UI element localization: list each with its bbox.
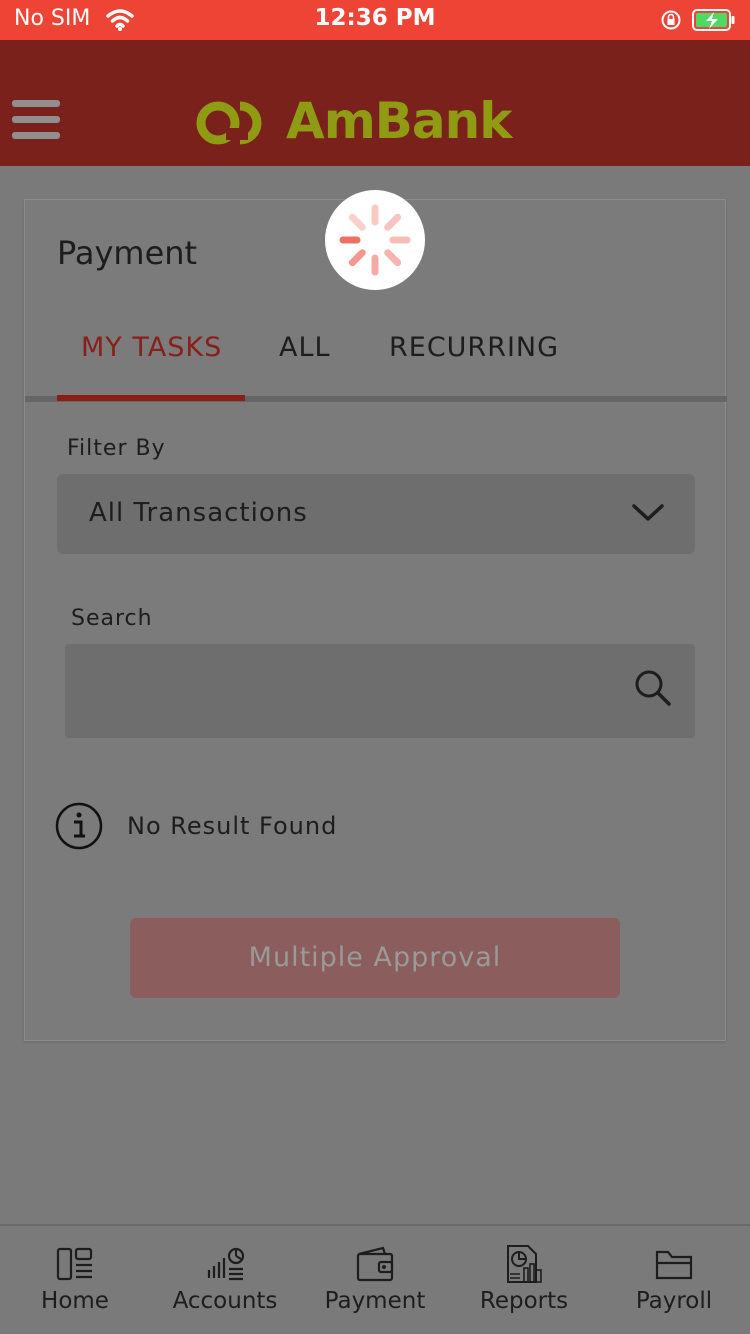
- filter-select-value: All Transactions: [89, 498, 308, 528]
- nav-label-reports: Reports: [479, 1288, 569, 1314]
- nav-label-payroll: Payroll: [635, 1288, 713, 1314]
- spinner-icon: [339, 204, 411, 276]
- logo-mark-icon: [196, 101, 262, 145]
- search-icon[interactable]: [633, 668, 673, 708]
- nav-payroll[interactable]: Payroll: [599, 1226, 749, 1334]
- tab-recurring[interactable]: RECURRING: [389, 332, 559, 363]
- rotation-lock-icon: [661, 10, 681, 30]
- payment-card: Payment MY TASKS ALL RECURRING Filter By…: [24, 199, 727, 1041]
- battery-icon: [692, 9, 735, 31]
- bottom-nav: Home Accounts Payment Reports Payroll: [0, 1224, 750, 1334]
- info-icon: [55, 802, 103, 850]
- multiple-approval-button[interactable]: Multiple Approval: [130, 918, 620, 998]
- nav-accounts[interactable]: Accounts: [150, 1226, 300, 1334]
- nav-label-accounts: Accounts: [172, 1288, 278, 1314]
- nav-label-payment: Payment: [324, 1288, 426, 1314]
- status-bar: No SIM 12:36 PM: [0, 0, 750, 40]
- nav-payment[interactable]: Payment: [300, 1226, 450, 1334]
- tab-bar: MY TASKS ALL RECURRING: [25, 312, 727, 402]
- logo-text: AmBank: [286, 92, 512, 150]
- hamburger-icon[interactable]: [12, 100, 60, 142]
- tab-all[interactable]: ALL: [279, 332, 331, 363]
- reports-icon: [507, 1245, 542, 1283]
- filter-select[interactable]: All Transactions: [57, 474, 695, 554]
- home-icon: [56, 1247, 93, 1281]
- search-input[interactable]: [65, 644, 695, 738]
- active-tab-indicator: [57, 395, 245, 401]
- brand-logo: AmBank: [196, 92, 556, 152]
- tab-my-tasks[interactable]: MY TASKS: [81, 332, 222, 363]
- empty-state-message: No Result Found: [127, 812, 338, 840]
- loading-spinner: [325, 190, 425, 290]
- search-label: Search: [71, 606, 153, 631]
- nav-home[interactable]: Home: [0, 1226, 150, 1334]
- filter-label: Filter By: [67, 436, 166, 461]
- page-overlay: Payment MY TASKS ALL RECURRING Filter By…: [0, 166, 750, 1224]
- accounts-icon: [207, 1247, 245, 1281]
- chevron-down-icon: [632, 504, 664, 521]
- page-title: Payment: [57, 234, 198, 272]
- status-time: 12:36 PM: [314, 5, 436, 31]
- nav-label-home: Home: [41, 1288, 109, 1314]
- folder-icon: [655, 1250, 693, 1280]
- nav-reports[interactable]: Reports: [449, 1226, 599, 1334]
- app-header: AmBank: [0, 40, 750, 166]
- wallet-icon: [356, 1246, 394, 1282]
